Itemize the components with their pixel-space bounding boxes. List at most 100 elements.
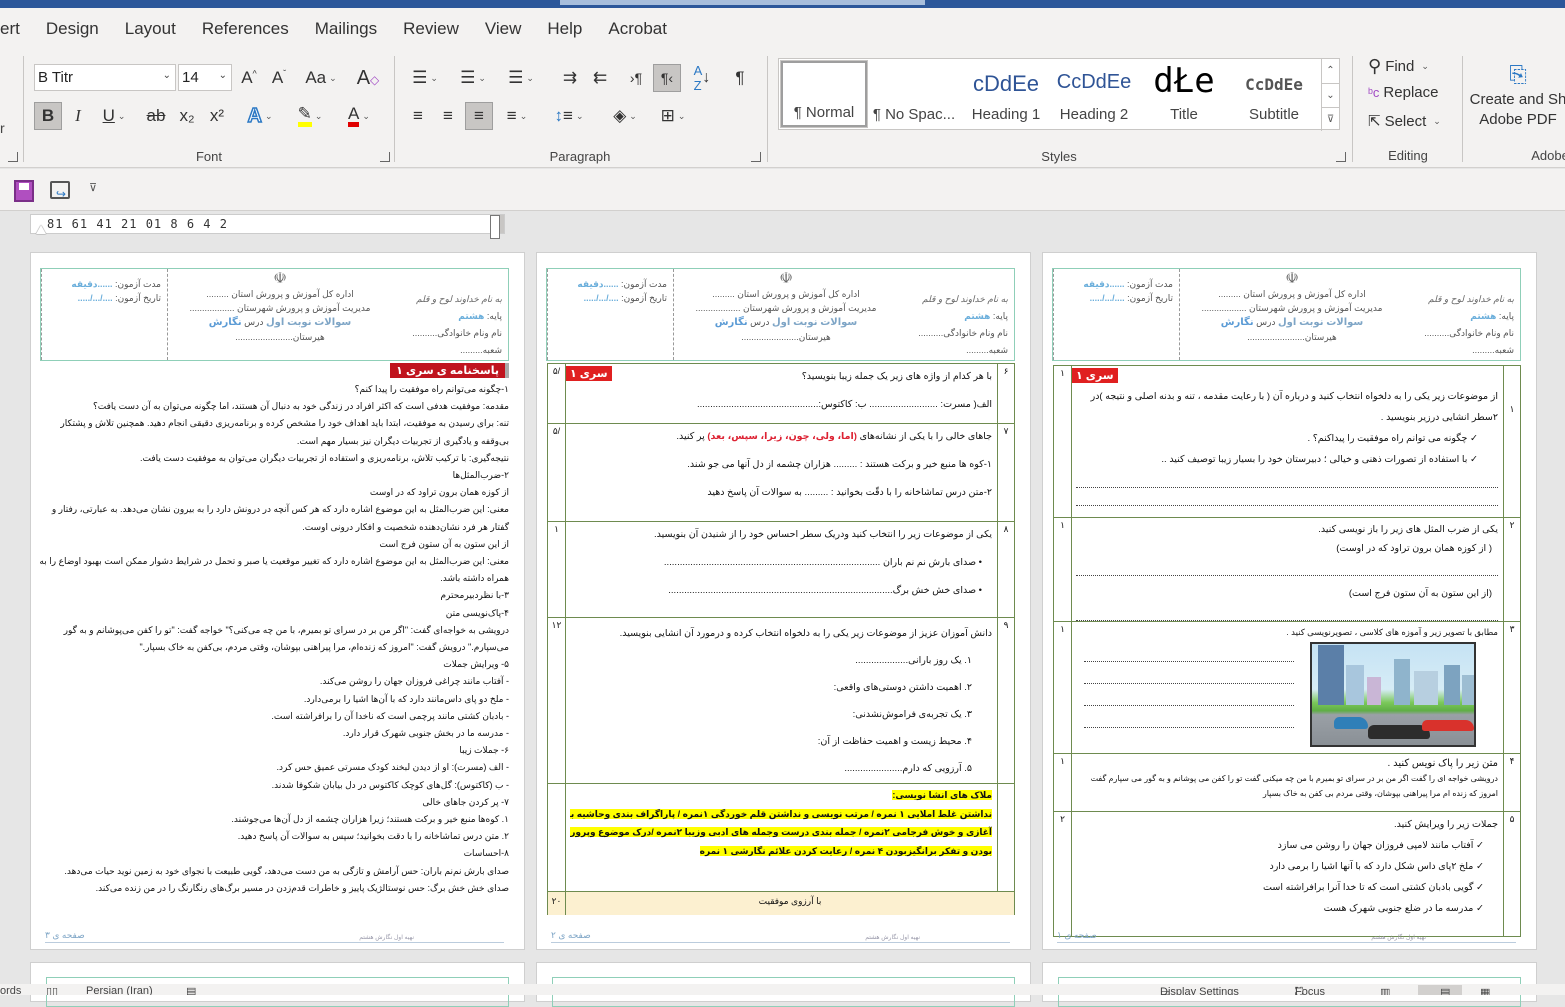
date-label: تاریخ آزمون: (621, 293, 667, 303)
name-label: نام ونام خانوادگی.......... (918, 328, 1008, 338)
justify-icon: ≡ (506, 106, 517, 125)
show-formatting-marks-button[interactable]: ¶ (727, 64, 753, 92)
question-text: دانش آموزان عزیز از موضوعات زیر یکی را ب… (619, 628, 992, 639)
line-spacing-button[interactable]: ↕≡ ⌄ (549, 102, 589, 130)
align-left-button[interactable]: ≡ (405, 102, 431, 130)
highlight-color-button[interactable]: ✎ ⌄ (288, 102, 332, 130)
bold-button[interactable]: B (34, 102, 62, 130)
replace-button[interactable]: ᵇc Replace (1368, 84, 1438, 101)
font-group-label: Font (195, 149, 222, 164)
header-exam-info: مدت آزمون: ......دقیقه تاریخ آزمون: ....… (1053, 269, 1179, 360)
align-center-icon: ≡ (443, 106, 453, 125)
clear-formatting-button[interactable]: A◇ (354, 64, 382, 92)
tab-references[interactable]: References (189, 19, 302, 39)
answer-line (1076, 611, 1498, 621)
proofing-icon[interactable]: ▯▯ (46, 985, 58, 995)
subscript-icon: x₂ (179, 106, 195, 125)
find-button[interactable]: ⚲ Find ⌄ (1368, 56, 1429, 77)
question-row-9: ۹ ۱۲ دانش آموزان عزیز از موضوعات زیر یکی… (548, 618, 1014, 784)
font-name-value: B Titr (38, 69, 74, 86)
font-name-select[interactable]: B Titr ⌄ (34, 64, 176, 91)
header-exam-info: مدت آزمون: ......دقیقه تاریخ آزمون: ....… (547, 269, 673, 360)
right-indent-marker-icon[interactable] (490, 215, 500, 239)
answer-line (1084, 696, 1294, 706)
chevron-down-icon: ⌄ (314, 110, 323, 121)
pilcrow-icon: ¶ (735, 68, 745, 87)
tab-help[interactable]: Help (534, 19, 595, 39)
decrease-indent-button[interactable]: ⇉ (557, 64, 583, 92)
change-case-button[interactable]: Aa ⌄ (300, 64, 342, 92)
font-color-button[interactable]: A ⌄ (338, 102, 380, 130)
borders-button[interactable]: ⊞ ⌄ (653, 102, 693, 130)
language-indicator[interactable]: Persian (Iran) (86, 985, 153, 995)
question-number: ۷ (997, 424, 1014, 521)
italic-button[interactable]: I (66, 102, 90, 130)
tab-layout[interactable]: Layout (112, 19, 189, 39)
align-right-button[interactable]: ≡ (465, 102, 493, 130)
question-body: از موضوعات زیر یکی را به دلخواه انتخاب ک… (1076, 386, 1498, 517)
tab-view[interactable]: View (472, 19, 535, 39)
strikethrough-button[interactable]: ab (142, 102, 170, 130)
grow-font-button[interactable]: A^ (236, 64, 262, 92)
save-button[interactable] (14, 180, 34, 202)
passage-line: امروز که زنده ام مرا پیراهنی بپوشان، وقت… (1262, 789, 1498, 798)
shading-button[interactable]: ◈ ⌄ (605, 102, 645, 130)
answer-line: از کوزه همان برون تراود که در اوست (369, 487, 509, 498)
superscript-button[interactable]: x² (204, 102, 230, 130)
left-indent-marker-icon[interactable] (36, 225, 46, 234)
shrink-font-button[interactable]: Aˇ (266, 64, 292, 92)
org-line-2: مدیریت آموزش و پرورش شهرستان ...........… (1201, 303, 1383, 313)
increase-indent-button[interactable]: ⇇ (587, 64, 613, 92)
tab-mailings[interactable]: Mailings (302, 19, 390, 39)
page-2: به نام خداوند لوح و قلم پایه: هشتم نام و… (536, 252, 1031, 950)
page-1: به نام خداوند لوح و قلم پایه: هشتم نام و… (1042, 252, 1537, 950)
select-button[interactable]: ⇱ Select ⌄ (1368, 112, 1441, 131)
present-button[interactable]: ↪ (50, 181, 70, 201)
school-label: هیرستان....................... (741, 332, 831, 342)
print-layout-button[interactable]: ▤ (1418, 985, 1462, 995)
question-score: ۱ (1054, 366, 1072, 517)
passage-line: درویشی خواجه ای را گفت اگر من بر در سرای… (1090, 774, 1498, 783)
answer-line (1084, 718, 1294, 728)
page-number: صفحه ی ۳ (45, 930, 85, 940)
create-share-pdf-button[interactable]: ⎘ Create and Sh Adobe PDF (1468, 60, 1565, 130)
answer-key-body: ۱-چگونه می‌توانم راه موفقیت را پیدا کنم؟… (39, 381, 509, 897)
align-center-button[interactable]: ≡ (435, 102, 461, 130)
underline-icon: U (102, 106, 115, 125)
question-number: ۹ (997, 618, 1014, 783)
font-size-select[interactable]: 14 ⌄ (178, 64, 232, 91)
accessibility-icon[interactable]: ▤ (186, 985, 196, 995)
subscript-button[interactable]: x₂ (174, 102, 200, 130)
answer-line: همراه داشته باشد. (440, 573, 509, 584)
paragraph-dialog-launcher-icon[interactable] (751, 152, 761, 162)
tab-design[interactable]: Design (33, 19, 112, 39)
org-line-2: مدیریت آموزش و پرورش شهرستان ...........… (189, 303, 371, 313)
page-footer: صفحه ی ۲ نهیه اول نگارش هشتم (551, 930, 1010, 943)
word-count[interactable]: ords (0, 985, 21, 995)
rtl-direction-button[interactable]: ¶‹ (653, 64, 681, 92)
select-label: Select (1384, 112, 1427, 130)
text-effects-button[interactable]: A ⌄ (240, 102, 280, 130)
tab-review[interactable]: Review (390, 19, 472, 39)
bullets-button[interactable]: ☰ ⌄ (405, 64, 445, 92)
tab-insert[interactable]: ert (0, 19, 33, 39)
school-label: هیرستان....................... (235, 332, 325, 342)
question-text-post: پر کنید. (676, 431, 705, 442)
font-dialog-launcher-icon[interactable] (380, 152, 390, 162)
multilevel-list-button[interactable]: ☰ ⌄ (501, 64, 541, 92)
customize-qat-button[interactable]: ⊽ (89, 181, 97, 194)
styles-dialog-launcher-icon[interactable] (1336, 152, 1346, 162)
clipboard-launcher-icon[interactable] (8, 152, 18, 162)
grow-font-icon: A^ (241, 68, 257, 87)
ltr-direction-button[interactable]: ›¶ (623, 64, 649, 92)
org-line-1: اداره کل آموزش و پرورش استان ......... (1218, 289, 1366, 299)
question-body: جملات زیر را ویرایش کنید. ✓ آفتاب مانند … (1076, 814, 1498, 937)
answer-line: ۱. کوه‌ها منبع خیر و برکت هستند؛ زیرا هز… (231, 814, 509, 825)
horizontal-ruler[interactable]: 81 61 41 21 01 8 6 4 2 (30, 214, 505, 239)
justify-button[interactable]: ≡ ⌄ (497, 102, 537, 130)
numbering-button[interactable]: ☰ ⌄ (453, 64, 493, 92)
sort-button[interactable]: A Z ↓ (689, 63, 715, 93)
underline-button[interactable]: U ⌄ (94, 102, 134, 130)
tab-acrobat[interactable]: Acrobat (595, 19, 680, 39)
question-text: ۲سطر انشایی درزیر بنویسید . (1380, 412, 1498, 423)
